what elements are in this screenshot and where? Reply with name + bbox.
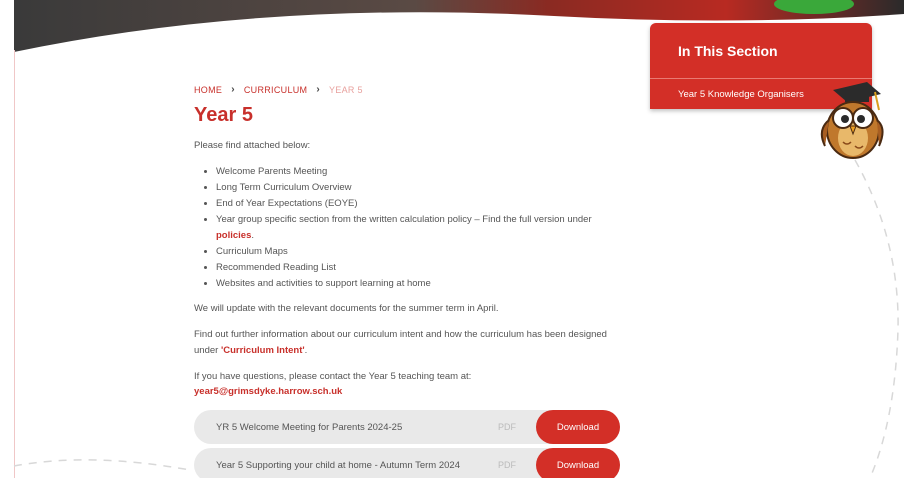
curriculum-intent-paragraph: Find out further information about our c… [194,327,624,359]
breadcrumb-home[interactable]: HOME [194,85,222,95]
breadcrumb-curriculum[interactable]: CURRICULUM [244,85,308,95]
curriculum-intent-period: . [304,345,308,356]
list-item: Welcome Parents Meeting [216,164,624,180]
list-item-period: . [251,230,255,241]
download-row: Year 5 Supporting your child at home - A… [194,448,620,478]
main-content: Please find attached below: Welcome Pare… [194,138,624,395]
list-item: Curriculum Maps [216,244,624,260]
download-button[interactable]: Download [536,448,620,478]
sidebar-heading: In This Section [678,43,778,59]
page: HOME › CURRICULUM › YEAR 5 Year 5 Please… [0,0,904,478]
list-item: Long Term Curriculum Overview [216,180,624,196]
sidebar-item-knowledge-organisers[interactable]: Year 5 Knowledge Organisers [678,89,804,100]
download-file-name: Year 5 Supporting your child at home - A… [216,459,460,471]
sidebar-divider [650,78,872,79]
download-row: YR 5 Welcome Meeting for Parents 2024-25… [194,410,620,444]
download-file-name: YR 5 Welcome Meeting for Parents 2024-25 [216,421,403,433]
chevron-right-icon: › [316,84,320,95]
curriculum-intent-link[interactable]: 'Curriculum Intent' [221,345,305,356]
update-note: We will update with the relevant documen… [194,303,499,314]
breadcrumb: HOME › CURRICULUM › YEAR 5 [194,84,363,95]
page-title: Year 5 [194,104,253,126]
list-item-text: Year group specific section from the wri… [216,214,592,225]
download-file-type: PDF [498,460,516,470]
list-item: Year group specific section from the wri… [216,212,624,244]
breadcrumb-current: YEAR 5 [328,84,363,95]
list-item: Recommended Reading List [216,260,624,276]
chevron-right-icon: › [231,84,235,95]
list-item: Websites and activities to support learn… [216,276,624,292]
download-file-type: PDF [498,422,516,432]
download-button[interactable]: Download [536,410,620,444]
list-item: End of Year Expectations (EOYE) [216,196,624,212]
attachments-list: Welcome Parents Meeting Long Term Curric… [194,164,624,292]
contact-text: If you have questions, please contact th… [194,371,472,382]
page-left-border [14,50,15,478]
intro-text: Please find attached below: [194,140,311,151]
policies-link[interactable]: policies [216,230,251,241]
email-link[interactable]: year5@grimsdyke.harrow.sch.uk [194,386,342,397]
owl-mascot-icon [820,82,884,159]
